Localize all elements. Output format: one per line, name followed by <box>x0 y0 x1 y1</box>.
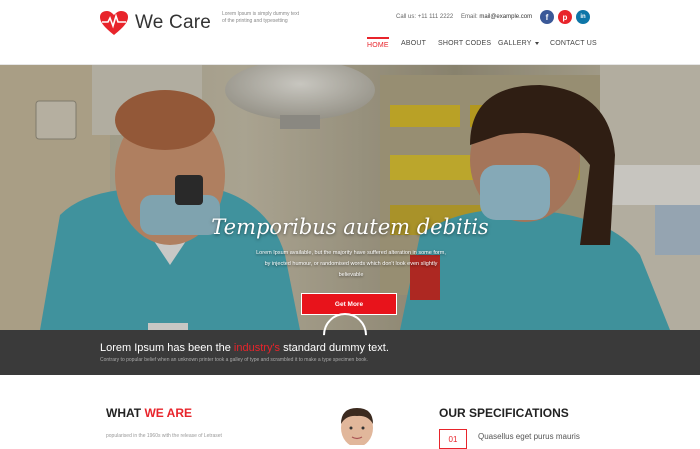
nav-about[interactable]: About <box>401 40 426 47</box>
specifications-title: OUR SPECIFICATIONS <box>439 406 569 420</box>
what-we-are-title: WHAT WE ARE <box>106 406 192 420</box>
spec-number-badge: 01 <box>439 429 467 449</box>
nav-gallery[interactable]: Gallery <box>498 40 539 47</box>
email-link[interactable]: mail@example.com <box>479 14 532 20</box>
band-subtitle: Contrary to popular belief when an unkno… <box>100 357 368 363</box>
what-title-highlight: WE ARE <box>144 406 192 420</box>
logo-text: We Care <box>135 12 212 33</box>
hero-slider: Temporibus autem debitis Lorem Ipsum ava… <box>0 65 700 330</box>
band-title-highlight: industry's <box>233 342 281 354</box>
nav-home[interactable]: Home <box>367 37 389 49</box>
hero-background-photo <box>0 65 700 330</box>
band-title-start: Lorem Ipsum has been the <box>100 342 234 354</box>
phone-info: Call us: +11 111 2222 <box>396 14 453 20</box>
logo[interactable]: We Care <box>99 10 211 36</box>
facebook-icon[interactable]: f <box>540 10 554 24</box>
tagline: Lorem Ipsum is simply dummy text of the … <box>222 11 299 24</box>
what-title-start: WHAT <box>106 406 145 420</box>
spec-item-text: Quasellus eget purus mauris <box>478 432 580 441</box>
what-we-are-text: popularised in the 1960s with the releas… <box>106 433 222 439</box>
email-label: Email: <box>461 14 478 20</box>
call-label: Call us: <box>396 14 417 20</box>
site-header: We Care Lorem Ipsum is simply dummy text… <box>0 0 700 65</box>
person-photo <box>341 408 373 445</box>
nav-short-codes[interactable]: Short Codes <box>438 40 491 47</box>
caret-down-icon <box>534 41 539 45</box>
hero-title: Temporibus autem debitis <box>211 215 489 239</box>
get-more-button[interactable]: Get More <box>301 293 397 315</box>
hero-subtitle: Lorem Ipsum available, but the majority … <box>256 250 446 278</box>
heart-pulse-icon <box>100 11 128 35</box>
nav-gallery-label: Gallery <box>498 40 532 47</box>
pinterest-icon[interactable]: p <box>558 10 572 24</box>
email-info: Email: mail@example.com <box>461 14 532 20</box>
nav-contact-us[interactable]: Contact Us <box>550 40 597 47</box>
linkedin-icon[interactable]: in <box>576 10 590 24</box>
phone-number: +11 111 2222 <box>417 14 454 20</box>
